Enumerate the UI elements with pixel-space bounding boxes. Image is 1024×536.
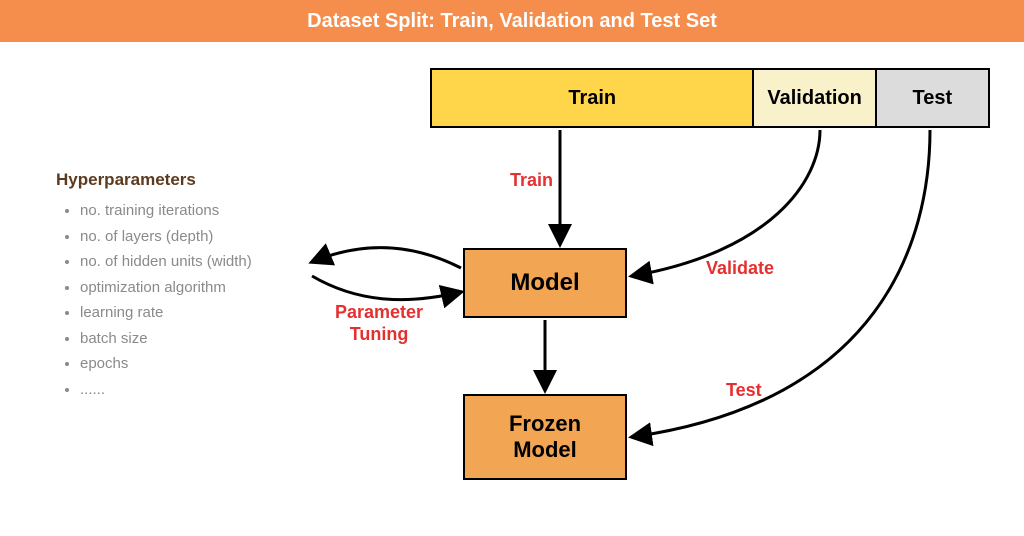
hyperparameter-item: batch size: [80, 326, 356, 352]
dataset-segment-train: Train: [432, 70, 754, 126]
dataset-segment-test: Test: [877, 70, 988, 126]
hyperparameter-item: no. of hidden units (width): [80, 249, 356, 275]
page-title: Dataset Split: Train, Validation and Tes…: [307, 10, 717, 33]
dataset-segment-validation: Validation: [754, 70, 876, 126]
arrow-label-validate: Validate: [706, 258, 774, 279]
arrow-validation-to-model: [632, 130, 820, 276]
arrow-test-to-frozen-model: [632, 130, 930, 437]
validation-segment-label: Validation: [767, 87, 861, 110]
diagram-canvas: Train Validation Test Model Frozen Model…: [0, 42, 1024, 536]
frozen-model-label-line1: Frozen: [509, 411, 581, 437]
hyperparameter-item: no. training iterations: [80, 198, 356, 224]
model-box-label: Model: [510, 269, 579, 298]
hyperparameter-item: optimization algorithm: [80, 275, 356, 301]
model-box: Model: [463, 248, 627, 318]
arrow-label-test: Test: [726, 380, 762, 401]
param-tuning-line2: Tuning: [350, 324, 409, 344]
hyperparameter-item: ......: [80, 377, 356, 403]
hyperparameter-item: learning rate: [80, 300, 356, 326]
hyperparameters-list: no. training iterations no. of layers (d…: [56, 198, 356, 402]
frozen-model-label-line2: Model: [513, 437, 577, 463]
dataset-split-bar: Train Validation Test: [430, 68, 990, 128]
hyperparameter-item: epochs: [80, 351, 356, 377]
test-segment-label: Test: [913, 87, 953, 110]
arrow-label-parameter-tuning: Parameter Tuning: [335, 302, 423, 345]
frozen-model-box: Frozen Model: [463, 394, 627, 480]
arrow-label-train: Train: [510, 170, 553, 191]
param-tuning-line1: Parameter: [335, 302, 423, 322]
hyperparameters-title: Hyperparameters: [56, 170, 356, 190]
train-segment-label: Train: [568, 87, 616, 110]
hyperparameters-block: Hyperparameters no. training iterations …: [56, 170, 356, 402]
hyperparameter-item: no. of layers (depth): [80, 224, 356, 250]
page-header: Dataset Split: Train, Validation and Tes…: [0, 0, 1024, 42]
